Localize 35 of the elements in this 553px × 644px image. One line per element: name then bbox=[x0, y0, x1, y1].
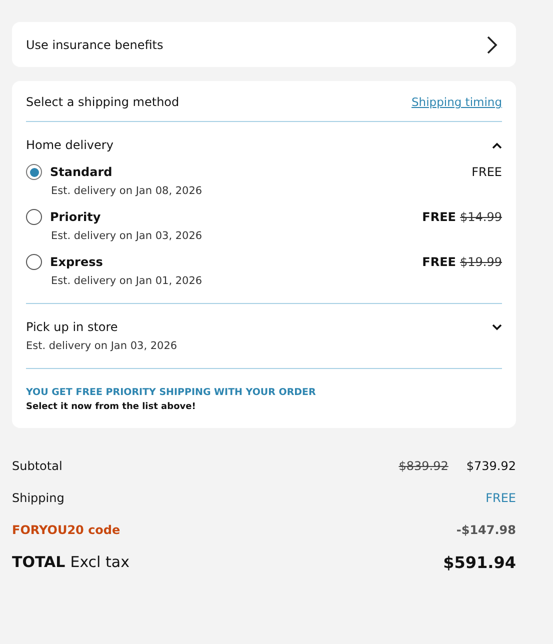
option-name: Priority bbox=[50, 210, 102, 224]
section-title: Select a shipping method bbox=[26, 95, 180, 109]
group-title: Home delivery bbox=[26, 138, 114, 152]
delivery-estimate: Est. delivery on Jan 03, 2026 bbox=[26, 340, 178, 352]
option-price: FREE bbox=[422, 210, 456, 224]
summary-label: Subtotal bbox=[12, 459, 62, 473]
original-price: $19.99 bbox=[460, 255, 502, 269]
group-title: Pick up in store bbox=[26, 320, 118, 334]
shipping-timing-link[interactable]: Shipping timing bbox=[411, 95, 502, 109]
delivery-estimate: Est. delivery on Jan 03, 2026 bbox=[51, 230, 204, 242]
radio-button[interactable] bbox=[26, 209, 42, 225]
insurance-benefits-row[interactable]: Use insurance benefits bbox=[12, 22, 516, 67]
delivery-estimate: Est. delivery on Jan 01, 2026 bbox=[51, 275, 204, 287]
option-price: FREE bbox=[472, 165, 502, 179]
option-name: Standard bbox=[50, 165, 114, 179]
promo-title: YOU GET FREE PRIORITY SHIPPING WITH YOUR ORDER bbox=[26, 387, 317, 398]
summary-note: Excl tax bbox=[70, 553, 130, 571]
summary-value: -$147.98 bbox=[456, 523, 516, 537]
summary-label: TOTAL bbox=[12, 553, 66, 571]
summary-value: FREE bbox=[486, 491, 516, 505]
option-price: FREE bbox=[422, 255, 456, 269]
chevron-right-icon bbox=[486, 34, 498, 54]
summary-label: FORYOU20 code bbox=[12, 523, 120, 537]
original-price: $839.92 bbox=[398, 459, 448, 473]
chevron-up-icon[interactable] bbox=[492, 142, 502, 148]
summary-value: $591.94 bbox=[443, 552, 516, 572]
promo-note: Select it now from the list above! bbox=[26, 402, 197, 412]
radio-button[interactable] bbox=[26, 164, 42, 180]
radio-button[interactable] bbox=[26, 254, 42, 270]
delivery-estimate: Est. delivery on Jan 08, 2026 bbox=[51, 185, 204, 197]
chevron-down-icon[interactable] bbox=[492, 324, 502, 330]
summary-value: $739.92 bbox=[466, 459, 516, 473]
summary-label: Shipping bbox=[12, 491, 64, 505]
original-price: $14.99 bbox=[460, 210, 502, 224]
option-name: Express bbox=[50, 255, 104, 269]
